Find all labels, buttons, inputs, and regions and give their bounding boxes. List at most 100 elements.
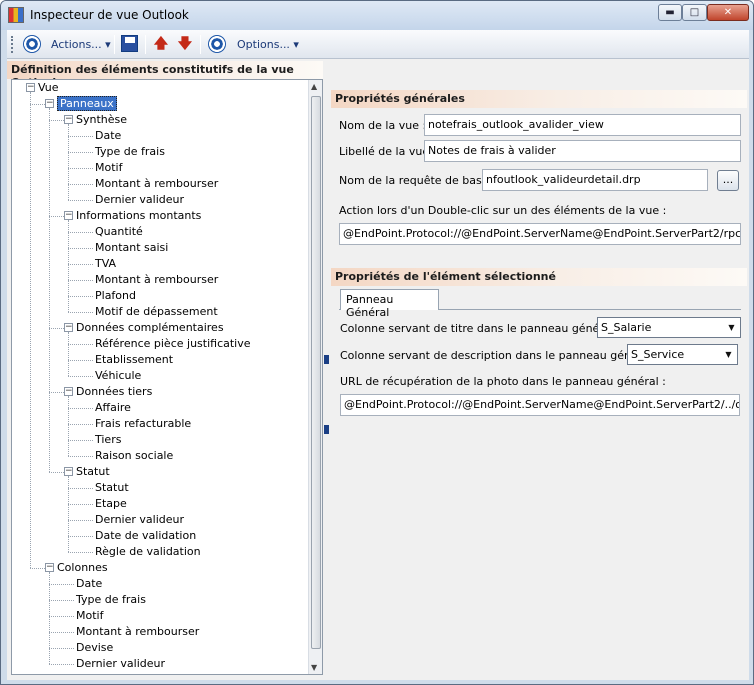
tree-item[interactable]: Dernier valideur bbox=[76, 656, 165, 672]
tree-item[interactable]: Frais refacturable bbox=[95, 416, 191, 432]
arrow-up-icon[interactable]: 🡅 bbox=[152, 35, 170, 53]
maximize-button[interactable]: □ bbox=[682, 4, 707, 21]
tree-item[interactable]: Plafond bbox=[95, 288, 136, 304]
chevron-down-icon[interactable]: ▼ bbox=[722, 347, 735, 362]
tree-connector bbox=[49, 472, 64, 473]
tree-item[interactable]: Dernier valideur bbox=[95, 512, 184, 528]
view-caption-field[interactable]: Notes de frais à valider bbox=[424, 140, 741, 162]
tree-item[interactable]: Véhicule bbox=[95, 368, 141, 384]
tree-item[interactable]: Statut bbox=[95, 480, 129, 496]
query-field[interactable]: nfoutlook_valideurdetail.drp bbox=[482, 169, 708, 191]
actions-menu[interactable]: Actions... ▾ bbox=[51, 38, 111, 51]
tree-item[interactable]: Référence pièce justificative bbox=[95, 336, 251, 352]
tree-connector bbox=[49, 664, 74, 665]
tree-item[interactable]: Type de frais bbox=[76, 592, 146, 608]
tree-item-label: Quantité bbox=[95, 225, 143, 238]
tree-item[interactable]: Colonnes bbox=[57, 560, 108, 576]
tree-guide-line bbox=[30, 92, 31, 568]
dblclick-action-field[interactable]: @EndPoint.Protocol://@EndPoint.ServerNam… bbox=[339, 223, 741, 245]
tree-item[interactable]: Montant à rembourser bbox=[95, 272, 218, 288]
tree-item[interactable]: Tiers bbox=[95, 432, 121, 448]
tree-view[interactable]: − Vue − Panneaux − Synthèse Date Type de frais M… bbox=[11, 79, 323, 675]
tree-connector bbox=[68, 280, 93, 281]
tree-item[interactable]: Motif bbox=[76, 608, 103, 624]
save-icon[interactable] bbox=[121, 35, 138, 52]
title-column-select[interactable]: S_Salarie ▼ bbox=[597, 317, 741, 338]
tree-collapse-icon[interactable]: − bbox=[64, 467, 73, 476]
tree-item[interactable]: Motif bbox=[95, 160, 122, 176]
description-column-select[interactable]: S_Service ▼ bbox=[627, 344, 738, 365]
tree-item[interactable]: Données complémentaires bbox=[76, 320, 224, 336]
tree-scrollbar[interactable]: ▲ ▼ bbox=[308, 80, 322, 674]
splitter[interactable] bbox=[323, 59, 331, 680]
options-menu[interactable]: Options... ▾ bbox=[237, 38, 299, 51]
tree-item[interactable]: Statut bbox=[76, 464, 110, 480]
tree-item[interactable]: Devise bbox=[76, 640, 113, 656]
target-icon[interactable] bbox=[208, 35, 226, 53]
tree-item[interactable]: Vue bbox=[38, 80, 59, 96]
tree-collapse-icon[interactable]: − bbox=[26, 83, 35, 92]
tree-item[interactable]: Etape bbox=[95, 496, 127, 512]
tree-collapse-icon[interactable]: − bbox=[64, 115, 73, 124]
title-bar[interactable]: Inspecteur de vue Outlook ▬ □ ✕ bbox=[1, 1, 753, 30]
tree-item-label: Colonnes bbox=[57, 561, 108, 574]
arrow-down-icon[interactable]: 🡇 bbox=[176, 35, 194, 53]
tree-item-label: Etablissement bbox=[95, 353, 174, 366]
tree-item-label: Statut bbox=[95, 481, 129, 494]
target-icon[interactable] bbox=[23, 35, 41, 53]
tree-item[interactable]: Dernier valideur bbox=[95, 192, 184, 208]
tree-item-label: Vue bbox=[38, 81, 59, 94]
tree-item[interactable]: Montant à rembourser bbox=[76, 624, 199, 640]
tree-item[interactable]: Etablissement bbox=[95, 352, 173, 368]
tree-item[interactable]: Règle de validation bbox=[95, 544, 201, 560]
tree-item[interactable]: Informations montants bbox=[76, 208, 201, 224]
tree-connector bbox=[68, 424, 93, 425]
tree-connector bbox=[68, 296, 93, 297]
tree-item[interactable]: Montant saisi bbox=[95, 240, 168, 256]
tree-item[interactable]: Date bbox=[76, 576, 102, 592]
tree-connector bbox=[68, 264, 93, 265]
title-column-value: S_Salarie bbox=[601, 321, 652, 334]
tree-item-label: Informations montants bbox=[76, 209, 202, 222]
photo-url-field[interactable]: @EndPoint.Protocol://@EndPoint.ServerNam… bbox=[340, 394, 740, 416]
tree-item-label: Etape bbox=[95, 497, 127, 510]
scroll-up-icon[interactable]: ▲ bbox=[311, 82, 317, 91]
tree-item[interactable]: Motif de dépassement bbox=[95, 304, 218, 320]
scroll-thumb[interactable] bbox=[311, 96, 321, 649]
tree-collapse-icon[interactable]: − bbox=[64, 387, 73, 396]
tree-collapse-icon[interactable]: − bbox=[64, 211, 73, 220]
tree-collapse-icon[interactable]: − bbox=[64, 323, 73, 332]
view-name-field[interactable]: notefrais_outlook_avalider_view bbox=[424, 114, 741, 136]
tree-item[interactable]: Raison sociale bbox=[95, 448, 173, 464]
tree-item[interactable]: Synthèse bbox=[76, 112, 127, 128]
chevron-down-icon[interactable]: ▼ bbox=[725, 320, 738, 335]
photo-url-label: URL de récupération de la photo dans le … bbox=[340, 375, 666, 388]
browse-button[interactable]: ... bbox=[717, 170, 739, 191]
tree-item[interactable]: Quantité bbox=[95, 224, 143, 240]
scroll-down-icon[interactable]: ▼ bbox=[311, 663, 317, 672]
description-column-label: Colonne servant de description dans le p… bbox=[340, 349, 660, 362]
toolbar-grip[interactable] bbox=[11, 36, 14, 53]
tree-item[interactable]: Données tiers bbox=[76, 384, 152, 400]
tree-connector bbox=[49, 584, 74, 585]
tree-collapse-icon[interactable]: − bbox=[45, 99, 54, 108]
tree-item[interactable]: Montant à rembourser bbox=[95, 176, 218, 192]
tree-panel: Définition des éléments constitutifs de … bbox=[7, 59, 323, 680]
tree-item[interactable]: Type de frais bbox=[95, 144, 165, 160]
tree-item[interactable]: Panneaux bbox=[57, 96, 117, 112]
tree-item-label: Données complémentaires bbox=[76, 321, 224, 334]
tree-connector bbox=[68, 376, 93, 377]
tab-panneau-general[interactable]: Panneau Général bbox=[340, 289, 439, 319]
tree-item[interactable]: Date bbox=[95, 128, 121, 144]
tree-connector bbox=[68, 184, 93, 185]
tree-item[interactable]: TVA bbox=[95, 256, 116, 272]
minimize-button[interactable]: ▬ bbox=[658, 4, 682, 21]
view-caption-label: Libellé de la vue : bbox=[339, 145, 437, 158]
splitter-expand-icon[interactable] bbox=[324, 425, 329, 434]
tree-item-label: Tiers bbox=[95, 433, 122, 446]
tree-collapse-icon[interactable]: − bbox=[45, 563, 54, 572]
close-button[interactable]: ✕ bbox=[707, 4, 749, 21]
tree-item[interactable]: Affaire bbox=[95, 400, 131, 416]
splitter-collapse-icon[interactable] bbox=[324, 355, 329, 364]
tree-item[interactable]: Date de validation bbox=[95, 528, 196, 544]
